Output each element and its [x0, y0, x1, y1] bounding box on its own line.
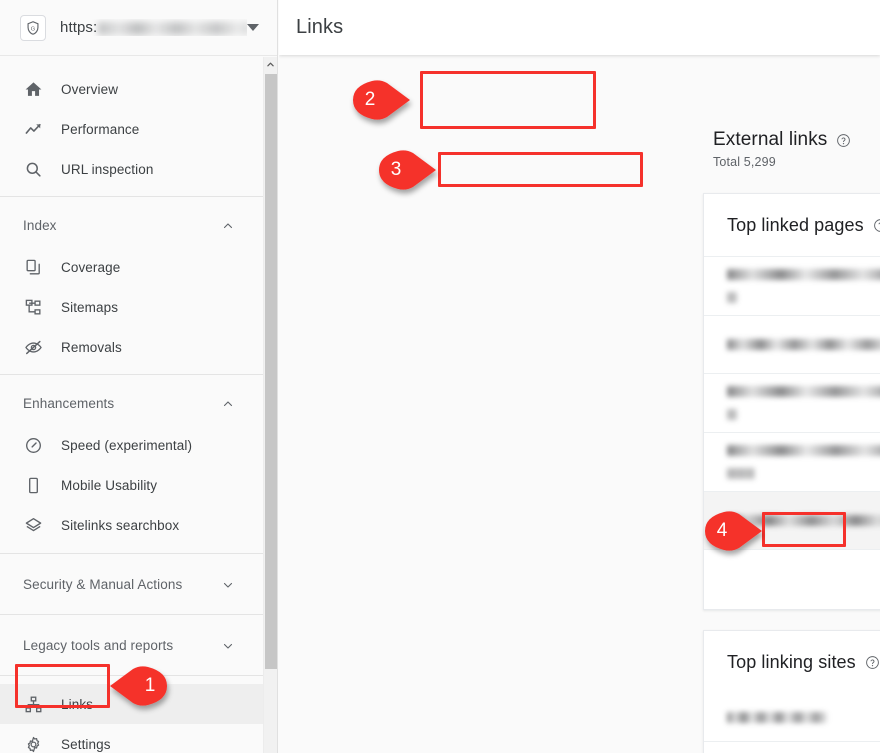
- sidebar-item-url-inspection[interactable]: URL inspection: [0, 149, 264, 189]
- site-domain-redacted: [704, 748, 880, 753]
- table-row[interactable]: 1,338: [704, 315, 880, 373]
- page-url-redacted: [704, 374, 880, 432]
- sidebar-item-settings[interactable]: Settings: [0, 724, 264, 753]
- scrollbar-thumb[interactable]: [265, 74, 277, 669]
- sidebar-label: Performance: [61, 121, 140, 137]
- sidebar-item-coverage[interactable]: Coverage: [0, 247, 264, 287]
- page-title: Links: [296, 16, 344, 38]
- top-linking-sites-header: Top linking sites: [704, 631, 880, 693]
- sidebar-nav: Overview Performance URL inspection Inde…: [0, 57, 264, 753]
- sidebar-label: Sitelinks searchbox: [61, 517, 180, 533]
- search-console-window: G https: Overview Performance URL inspec…: [0, 0, 880, 753]
- property-url: https:: [60, 19, 247, 36]
- annotation-marker-1: 1: [110, 663, 172, 709]
- layers-icon: [22, 514, 44, 536]
- content-body: External links Total 5,299 Top linked pa…: [279, 55, 880, 753]
- help-circle-icon[interactable]: [836, 133, 851, 148]
- sidebar-group-label: Security & Manual Actions: [23, 576, 183, 592]
- sidebar-scrollbar[interactable]: [263, 57, 277, 753]
- property-scheme: https:: [60, 19, 98, 36]
- property-selector[interactable]: G https:: [0, 0, 277, 56]
- external-links-title: External links: [713, 129, 828, 150]
- table-row[interactable]: 813: [704, 373, 880, 432]
- chevron-down-icon: [222, 578, 234, 590]
- mobile-icon: [22, 474, 44, 496]
- annotation-marker-1-number: 1: [144, 675, 156, 696]
- search-icon: [22, 158, 44, 180]
- sidebar-label: Sitemaps: [61, 299, 119, 315]
- sidebar-item-speed[interactable]: Speed (experimental): [0, 425, 264, 465]
- table-row[interactable]: 914: [704, 741, 880, 753]
- divider: [0, 374, 264, 375]
- annotation-marker-3: 3: [374, 147, 436, 193]
- sidebar-group-enhancements[interactable]: Enhancements: [0, 381, 264, 425]
- chevron-up-icon: [267, 62, 274, 67]
- sidebar-label: Overview: [61, 81, 119, 97]
- sidebar-label: Speed (experimental): [61, 437, 193, 453]
- sidebar-label: Coverage: [61, 259, 121, 275]
- divider: [0, 196, 264, 197]
- sidebar-group-security-manual-actions[interactable]: Security & Manual Actions: [0, 562, 264, 606]
- sidebar-group-index[interactable]: Index: [0, 203, 264, 247]
- page-url-redacted: [704, 327, 880, 362]
- scroll-up-button[interactable]: [264, 57, 277, 72]
- external-links-heading: External links Total 5,299: [713, 129, 851, 169]
- sidebar-item-sitelinks-searchbox[interactable]: Sitelinks searchbox: [0, 505, 264, 545]
- divider: [0, 553, 264, 554]
- top-linked-pages-header: Top linked pages: [704, 194, 880, 256]
- top-linked-pages-table: 2,412 1,338 813: [704, 256, 880, 549]
- chevron-up-icon: [222, 219, 234, 231]
- page-url-redacted: [704, 257, 880, 315]
- table-row[interactable]: 2,412: [704, 256, 880, 315]
- sidebar-label: Links: [61, 696, 94, 712]
- caret-down-icon[interactable]: [247, 24, 259, 31]
- sidebar-item-performance[interactable]: Performance: [0, 109, 264, 149]
- divider: [0, 614, 264, 615]
- sidebar-group-label: Legacy tools and reports: [23, 637, 174, 653]
- sidebar-label: URL inspection: [61, 161, 154, 177]
- table-row[interactable]: 235: [704, 432, 880, 491]
- shield-g-icon: G: [20, 14, 46, 41]
- top-linked-pages-title: Top linked pages: [727, 214, 864, 235]
- help-circle-icon[interactable]: [873, 218, 880, 233]
- sidebar-item-removals[interactable]: Removals: [0, 327, 264, 367]
- sidebar-label: Removals: [61, 339, 122, 355]
- links-node-icon: [22, 693, 44, 715]
- eye-off-icon: [22, 336, 44, 358]
- speedometer-icon: [22, 434, 44, 456]
- page-url-redacted: [704, 433, 880, 491]
- annotation-marker-4-number: 4: [716, 520, 728, 541]
- sidebar-label: Mobile Usability: [61, 477, 158, 493]
- sidebar-item-sitemaps[interactable]: Sitemaps: [0, 287, 264, 327]
- help-circle-icon[interactable]: [865, 655, 880, 670]
- external-links-total: Total 5,299: [713, 155, 776, 169]
- sidebar-group-legacy-tools[interactable]: Legacy tools and reports: [0, 623, 264, 667]
- svg-text:G: G: [31, 26, 35, 32]
- chevron-down-icon: [222, 639, 234, 651]
- annotation-marker-4: 4: [700, 508, 762, 554]
- home-icon: [22, 78, 44, 100]
- content-header: Links: [279, 0, 880, 55]
- annotation-marker-2-number: 2: [364, 89, 376, 110]
- top-linking-sites-table: 1,373 914: [704, 693, 880, 753]
- gear-icon: [22, 733, 44, 753]
- left-sidebar: G https: Overview Performance URL inspec…: [0, 0, 278, 753]
- annotation-marker-2: 2: [348, 77, 410, 123]
- table-row[interactable]: 1,373: [704, 693, 880, 741]
- annotation-marker-3-number: 3: [390, 159, 402, 180]
- site-domain-redacted: [704, 700, 880, 735]
- top-linking-sites-title: Top linking sites: [727, 651, 856, 672]
- sidebar-group-label: Index: [23, 217, 57, 233]
- sidebar-group-label: Enhancements: [23, 395, 115, 411]
- property-domain-redacted: [98, 21, 247, 35]
- sitemap-icon: [22, 296, 44, 318]
- chevron-up-icon: [222, 397, 234, 409]
- copy-pages-icon: [22, 256, 44, 278]
- more-row: MORE: [704, 549, 880, 609]
- sidebar-label: Settings: [61, 736, 111, 752]
- sidebar-item-mobile-usability[interactable]: Mobile Usability: [0, 465, 264, 505]
- top-linking-sites-card: Top linking sites 1,373: [703, 630, 880, 753]
- sidebar-item-overview[interactable]: Overview: [0, 69, 264, 109]
- trending-up-icon: [22, 118, 44, 140]
